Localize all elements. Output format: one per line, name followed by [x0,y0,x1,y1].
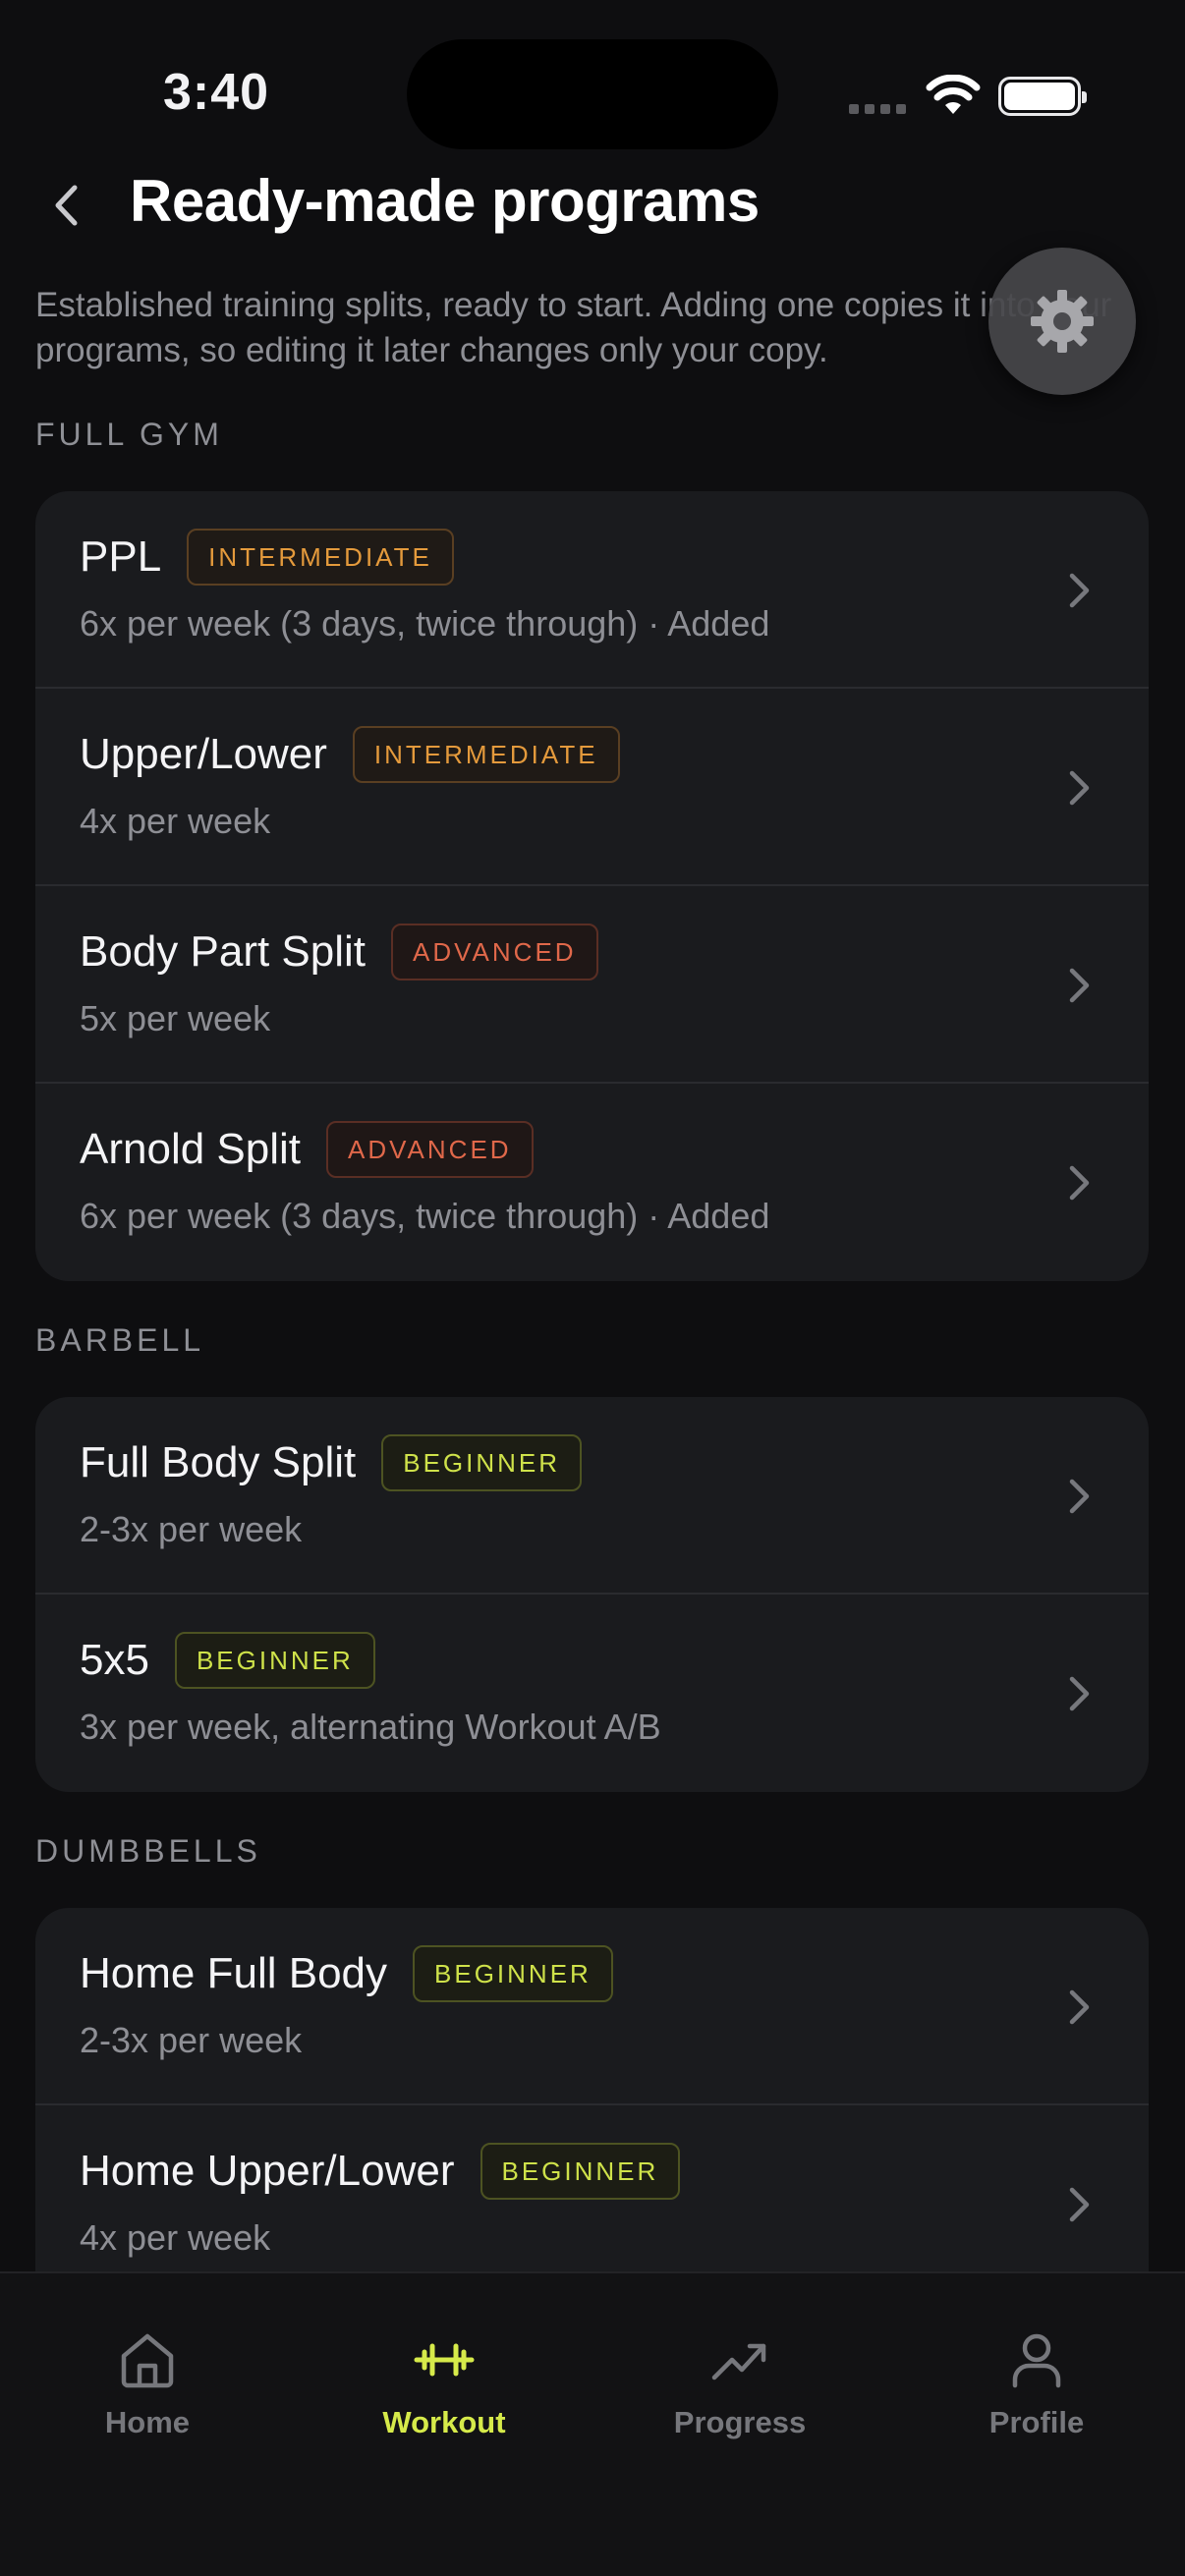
level-badge: INTERMEDIATE [187,529,454,586]
program-row-full-body-split[interactable]: Full Body Split BEGINNER 2-3x per week [35,1397,1149,1595]
tab-progress[interactable]: Progress [632,2328,848,2440]
person-icon [1012,2333,1061,2388]
program-row-5x5[interactable]: 5x5 BEGINNER 3x per week, alternating Wo… [35,1595,1149,1792]
tab-label: Profile [988,2405,1085,2439]
level-badge: ADVANCED [391,924,598,980]
status-time: 3:40 [163,64,270,121]
program-frequency: 2-3x per week [80,1509,303,1549]
program-list-full-gym: PPL INTERMEDIATE 6x per week (3 days, tw… [35,491,1149,1281]
chevron-right-icon [1069,2187,1090,2222]
trend-up-icon [711,2343,766,2380]
back-button[interactable] [43,175,88,236]
level-badge: ADVANCED [326,1121,534,1178]
tab-workout[interactable]: Workout [336,2328,552,2440]
dynamic-island [407,39,778,149]
page-subtitle: Established training splits, ready to st… [35,286,1112,369]
chevron-right-icon [1069,1479,1090,1514]
section-header-barbell: BARBELL [35,1322,205,1358]
program-name: Arnold Split [80,1125,302,1173]
tab-label: Workout [382,2405,506,2439]
wifi-icon [926,75,981,114]
section-header-dumbbells: DUMBBELLS [35,1833,261,1869]
program-frequency: 6x per week (3 days, twice through) · Ad… [80,1196,770,1236]
battery-icon [998,77,1087,116]
program-row-ppl[interactable]: PPL INTERMEDIATE 6x per week (3 days, tw… [35,491,1149,689]
program-list-dumbbells: Home Full Body BEGINNER 2-3x per week Ho… [35,1908,1149,2271]
program-name: Body Part Split [80,927,367,976]
level-badge: BEGINNER [480,2143,681,2200]
program-row-home-full-body[interactable]: Home Full Body BEGINNER 2-3x per week [35,1908,1149,2105]
cellular-signal-icon [849,104,906,114]
program-row-body-part-split[interactable]: Body Part Split ADVANCED 5x per week [35,886,1149,1084]
program-name: Home Upper/Lower [80,2147,455,2195]
page-title: Ready-made programs [130,168,760,234]
program-frequency: 6x per week (3 days, twice through) · Ad… [80,603,770,644]
status-bar: 3:40 [0,0,1185,187]
program-row-arnold-split[interactable]: Arnold Split ADVANCED 6x per week (3 day… [35,1084,1149,1281]
chevron-right-icon [1069,573,1090,608]
dumbbell-icon [414,2343,475,2377]
chevron-right-icon [1069,968,1090,1003]
chevron-right-icon [1069,1165,1090,1201]
section-header-full-gym: FULL GYM [35,417,223,452]
program-frequency: 2-3x per week [80,2020,303,2060]
program-frequency: 3x per week, alternating Workout A/B [80,1707,661,1747]
level-badge: INTERMEDIATE [352,726,620,783]
level-badge: BEGINNER [174,1632,375,1689]
tab-bar: Home Workout Progress Profile [0,2271,1185,2576]
program-name: Home Full Body [80,1949,388,1997]
program-frequency: 4x per week [80,2217,271,2258]
program-name: PPL [80,532,162,581]
home-icon [121,2333,174,2388]
settings-button[interactable] [988,248,1136,395]
program-frequency: 4x per week [80,801,271,841]
gear-icon [1031,290,1094,353]
program-row-home-upper-lower[interactable]: Home Upper/Lower BEGINNER 4x per week [35,2105,1149,2271]
chevron-right-icon [1069,1676,1090,1711]
chevron-right-icon [1069,770,1090,806]
program-name: Upper/Lower [80,730,327,778]
tab-profile[interactable]: Profile [929,2328,1145,2440]
tab-label: Home [104,2405,191,2439]
level-badge: BEGINNER [413,1945,613,2002]
tab-label: Progress [673,2405,807,2439]
program-row-upper-lower[interactable]: Upper/Lower INTERMEDIATE 4x per week [35,689,1149,886]
program-name: 5x5 [80,1636,149,1684]
chevron-right-icon [1069,1989,1090,2025]
program-frequency: 5x per week [80,998,271,1038]
program-list-barbell: Full Body Split BEGINNER 2-3x per week 5… [35,1397,1149,1792]
tab-home[interactable]: Home [39,2328,255,2440]
chevron-left-icon [55,185,78,226]
level-badge: BEGINNER [381,1434,583,1491]
program-name: Full Body Split [80,1438,357,1486]
